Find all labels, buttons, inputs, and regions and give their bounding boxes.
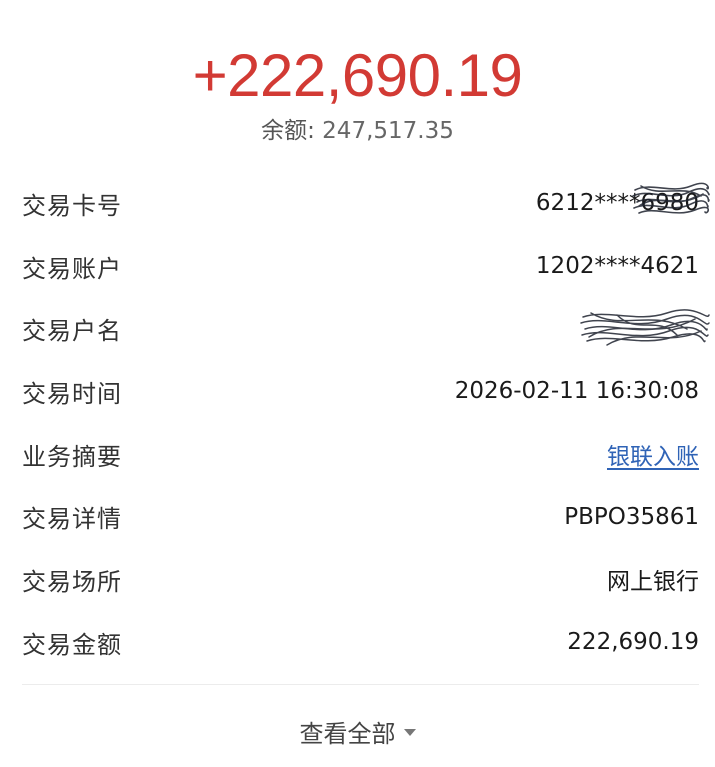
detail-row-card-number: 交易卡号 6212****6980 bbox=[22, 172, 710, 235]
divider bbox=[22, 684, 699, 685]
redaction-scribble bbox=[580, 308, 710, 346]
transaction-detail-list: 交易卡号 6212****6980 交易账户 1202****4621 交易户名 bbox=[22, 172, 710, 674]
detail-row-amount: 交易金额 222,690.19 bbox=[22, 611, 699, 674]
caret-down-icon bbox=[403, 728, 416, 736]
card-number-text: 6212****6980 bbox=[535, 190, 699, 217]
detail-row-account-name: 交易户名 bbox=[22, 297, 710, 360]
amount-value: 222,690.19 bbox=[567, 629, 699, 656]
account-name-value bbox=[569, 308, 710, 349]
detail-row-time: 交易时间 2026-02-11 16:30:08 bbox=[22, 360, 699, 423]
time-value: 2026-02-11 16:30:08 bbox=[454, 378, 699, 405]
detail-row-detail: 交易详情 PBPO35861 bbox=[22, 485, 699, 548]
amount-label: 交易金额 bbox=[22, 630, 122, 659]
account-name-label: 交易户名 bbox=[22, 317, 122, 346]
detail-row-account: 交易账户 1202****4621 bbox=[22, 235, 699, 298]
transaction-amount: +222,690.19 bbox=[192, 42, 523, 109]
balance-line: 余额: 247,517.35 bbox=[0, 116, 715, 146]
detail-row-location: 交易场所 网上银行 bbox=[22, 548, 699, 611]
balance-value: 247,517.35 bbox=[322, 118, 454, 144]
view-all-label: 查看全部 bbox=[299, 720, 396, 748]
view-all-button[interactable]: 查看全部 bbox=[0, 714, 715, 749]
detail-row-summary: 业务摘要 银联入账 bbox=[22, 423, 699, 486]
location-value: 网上银行 bbox=[607, 569, 699, 596]
account-label: 交易账户 bbox=[22, 254, 122, 283]
summary-label: 业务摘要 bbox=[22, 442, 122, 471]
account-value: 1202****4621 bbox=[535, 253, 699, 280]
balance-label: 余额: bbox=[261, 118, 315, 144]
location-label: 交易场所 bbox=[22, 567, 122, 596]
card-number-label: 交易卡号 bbox=[22, 191, 122, 220]
amount-header: +222,690.19 余额: 247,517.35 bbox=[0, 40, 715, 146]
summary-link[interactable]: 银联入账 bbox=[607, 437, 699, 471]
detail-label: 交易详情 bbox=[22, 505, 122, 534]
detail-value: PBPO35861 bbox=[564, 503, 699, 530]
card-number-value: 6212****6980 bbox=[535, 183, 710, 217]
time-label: 交易时间 bbox=[22, 379, 122, 408]
